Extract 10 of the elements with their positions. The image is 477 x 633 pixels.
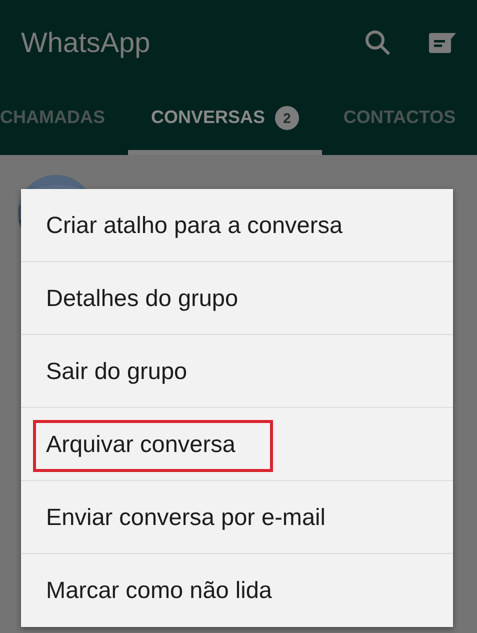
menu-item[interactable]: Detalhes do grupo: [21, 262, 453, 335]
unread-count: 2: [275, 106, 300, 130]
menu-item[interactable]: Sair do grupo: [21, 335, 453, 408]
tab[interactable]: CONVERSAS 2: [128, 85, 322, 155]
menu-item[interactable]: Criar atalho para a conversa: [21, 189, 453, 262]
app-title: WhatsApp: [21, 26, 152, 58]
search-icon[interactable]: [363, 28, 393, 58]
menu-item[interactable]: Arquivar conversa: [21, 408, 453, 481]
menu-item[interactable]: Enviar conversa por e-mail: [21, 481, 453, 554]
menu-item[interactable]: Marcar como não lida: [21, 554, 453, 627]
